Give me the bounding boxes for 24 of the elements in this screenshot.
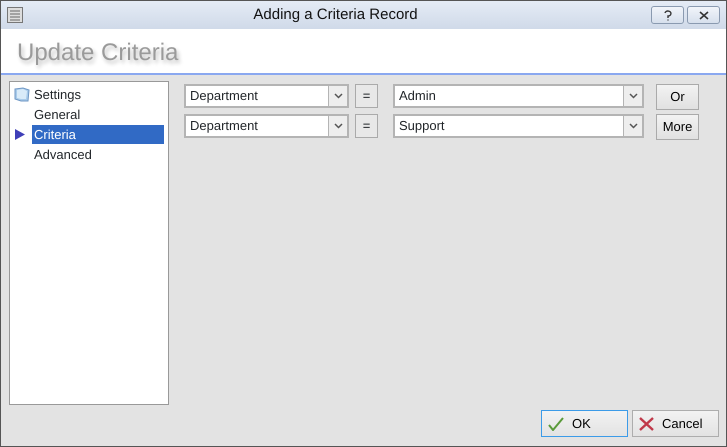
field-dropdown[interactable]: Department <box>184 114 349 138</box>
value-dropdown[interactable]: Admin <box>393 84 644 108</box>
tree-item[interactable]: Settings <box>32 84 83 104</box>
window-title: Adding a Criteria Record <box>252 4 419 25</box>
close-button[interactable] <box>687 6 720 24</box>
checkmark-icon <box>548 416 564 430</box>
close-icon <box>639 416 654 430</box>
cancel-button[interactable]: Cancel <box>632 410 719 437</box>
value-dropdown[interactable]: Support <box>393 114 644 138</box>
header-title: Update Criteria <box>17 39 178 66</box>
action-button[interactable]: More <box>656 114 699 140</box>
close-icon <box>698 10 708 20</box>
tree-item[interactable]: General <box>32 104 82 124</box>
ok-button[interactable]: OK <box>541 410 628 437</box>
help-button[interactable] <box>651 6 684 24</box>
selection-arrow-icon <box>14 128 25 140</box>
help-icon <box>664 10 672 20</box>
field-dropdown[interactable]: Department <box>184 84 349 108</box>
action-button[interactable]: Or <box>656 84 699 110</box>
tree-item[interactable]: Criteria <box>32 124 164 144</box>
tree-item[interactable]: Advanced <box>32 144 94 164</box>
window-menu-icon[interactable] <box>7 7 23 23</box>
operator-button[interactable]: = <box>355 114 378 138</box>
operator-button[interactable]: = <box>355 84 378 108</box>
